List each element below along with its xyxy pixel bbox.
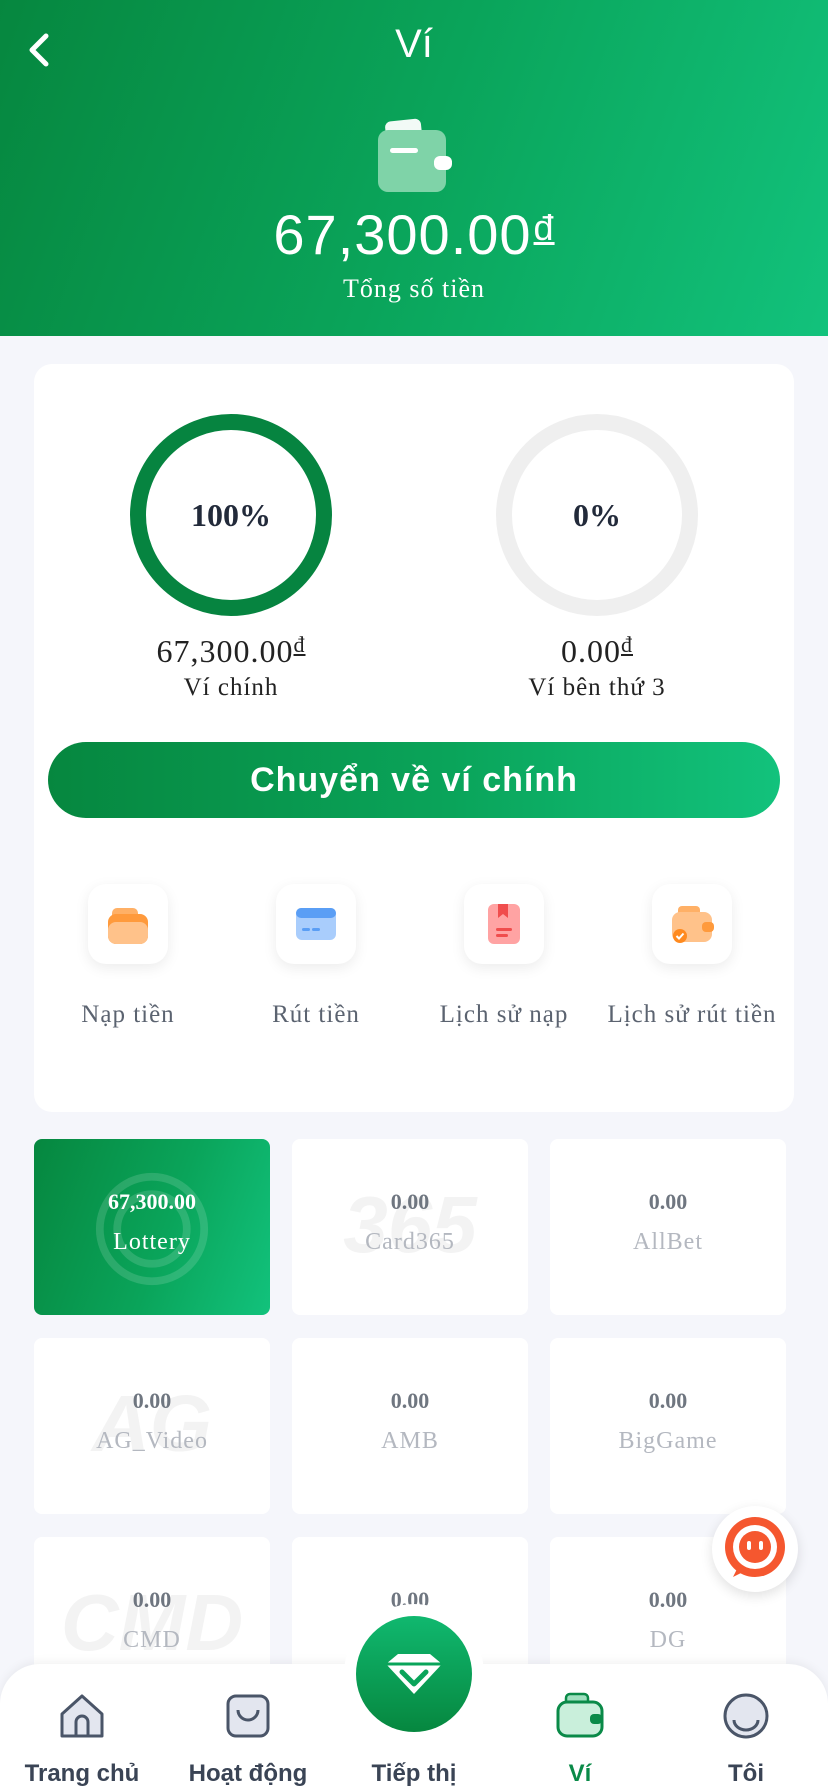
- nav-activity-label: Hoạt động: [188, 1760, 308, 1787]
- main-wallet-amount-value: 67,300.00: [156, 633, 294, 669]
- game-wallet-amount: 0.00: [648, 1388, 688, 1413]
- total-balance-label: Tổng số tiền: [343, 274, 485, 303]
- diamond-icon: [386, 1654, 442, 1694]
- nav-marketing-label: Tiếp thị: [371, 1760, 457, 1787]
- withdraw-history-icon: [652, 884, 732, 964]
- action-deposit-label: Nạp tiền: [81, 1001, 175, 1028]
- game-wallet-amount: 0.00: [132, 1587, 172, 1612]
- action-withdraw-label: Rút tiền: [272, 1001, 360, 1028]
- game-wallet-tile[interactable]: 0.00 AMB: [292, 1338, 528, 1514]
- action-deposit-history-label: Lịch sử nạp: [439, 1001, 569, 1028]
- game-wallet-tile[interactable]: 365 0.00 Card365: [292, 1139, 528, 1315]
- third-party-wallet-amount-value: 0.00: [561, 633, 621, 669]
- chat-support-button[interactable]: [712, 1506, 798, 1592]
- deposit-history-icon: [464, 884, 544, 964]
- nav-item-activity[interactable]: Hoạt động: [168, 1664, 328, 1792]
- gift-bag-icon: [226, 1694, 270, 1738]
- currency-symbol: đ: [533, 207, 555, 248]
- card-icon: [276, 884, 356, 964]
- game-wallet-tile[interactable]: 0.00 AllBet: [550, 1139, 786, 1315]
- fab-inner: [356, 1616, 472, 1732]
- game-wallet-tile[interactable]: 67,300.00 Lottery: [34, 1139, 270, 1315]
- profile-icon: [723, 1693, 769, 1739]
- wallet-nav-icon: [556, 1692, 604, 1738]
- game-wallet-name: AG_Video: [96, 1428, 208, 1454]
- marketing-fab-button[interactable]: [344, 1604, 484, 1744]
- page-title: Ví: [395, 22, 433, 66]
- currency-symbol: đ: [293, 632, 306, 657]
- nav-item-me[interactable]: Tôi: [666, 1664, 826, 1792]
- deposit-wallet-icon: [88, 884, 168, 964]
- nav-home-label: Trang chủ: [24, 1760, 140, 1787]
- third-party-wallet-label: Ví bên thứ 3: [528, 674, 666, 701]
- game-wallet-name: Card365: [365, 1229, 455, 1255]
- total-balance-value: 67,300.00: [273, 203, 532, 266]
- wallet-summary-card: 100% 0% 67,300.00đ Ví chính 0.00đ Ví bên…: [34, 364, 794, 1112]
- action-withdraw-history[interactable]: Lịch sử rút tiền: [598, 884, 786, 1034]
- wallet-header: Ví 67,300.00đ Tổng số tiền: [0, 0, 828, 336]
- main-wallet-label: Ví chính: [183, 674, 279, 701]
- currency-symbol: đ: [621, 632, 633, 657]
- action-deposit-history[interactable]: Lịch sử nạp: [410, 884, 598, 1034]
- game-wallet-amount: 0.00: [648, 1189, 688, 1214]
- main-wallet-amount: 67,300.00đ: [81, 632, 381, 670]
- action-deposit[interactable]: Nạp tiền: [34, 884, 222, 1034]
- nav-item-home[interactable]: Trang chủ: [2, 1664, 162, 1792]
- action-withdraw-history-label: Lịch sử rút tiền: [607, 1001, 777, 1028]
- action-withdraw[interactable]: Rút tiền: [222, 884, 410, 1034]
- nav-item-wallet[interactable]: Ví: [500, 1664, 660, 1792]
- home-icon: [60, 1694, 104, 1738]
- main-wallet-percent: 100%: [191, 496, 271, 533]
- main-wallet-progress-ring: 100%: [130, 414, 332, 616]
- game-wallet-amount: 0.00: [132, 1388, 172, 1413]
- nav-me-label: Tôi: [728, 1760, 764, 1787]
- transfer-to-main-wallet-button[interactable]: Chuyển về ví chính: [48, 742, 780, 818]
- game-wallet-name: CMD: [123, 1627, 181, 1653]
- nav-wallet-label: Ví: [568, 1760, 592, 1787]
- third-party-wallet-amount: 0.00đ: [447, 632, 747, 670]
- game-wallet-tile[interactable]: AG 0.00 AG_Video: [34, 1338, 270, 1514]
- game-wallet-name: DG: [649, 1627, 687, 1653]
- chat-bubble-icon: [725, 1517, 785, 1577]
- game-wallet-name: BigGame: [618, 1428, 718, 1454]
- game-wallet-name: AMB: [381, 1428, 439, 1454]
- game-wallet-amount: 0.00: [390, 1388, 430, 1413]
- wallet-icon: [376, 118, 454, 194]
- third-party-wallet-percent: 0%: [573, 496, 621, 533]
- game-wallet-amount: 0.00: [390, 1189, 430, 1214]
- third-party-wallet-progress-ring: 0%: [496, 414, 698, 616]
- game-wallet-amount: 67,300.00: [108, 1189, 196, 1214]
- game-wallet-tile[interactable]: 0.00 BigGame: [550, 1338, 786, 1514]
- game-wallet-name: AllBet: [633, 1229, 703, 1255]
- game-wallet-name: Lottery: [113, 1229, 191, 1255]
- total-balance: 67,300.00đ: [0, 202, 828, 267]
